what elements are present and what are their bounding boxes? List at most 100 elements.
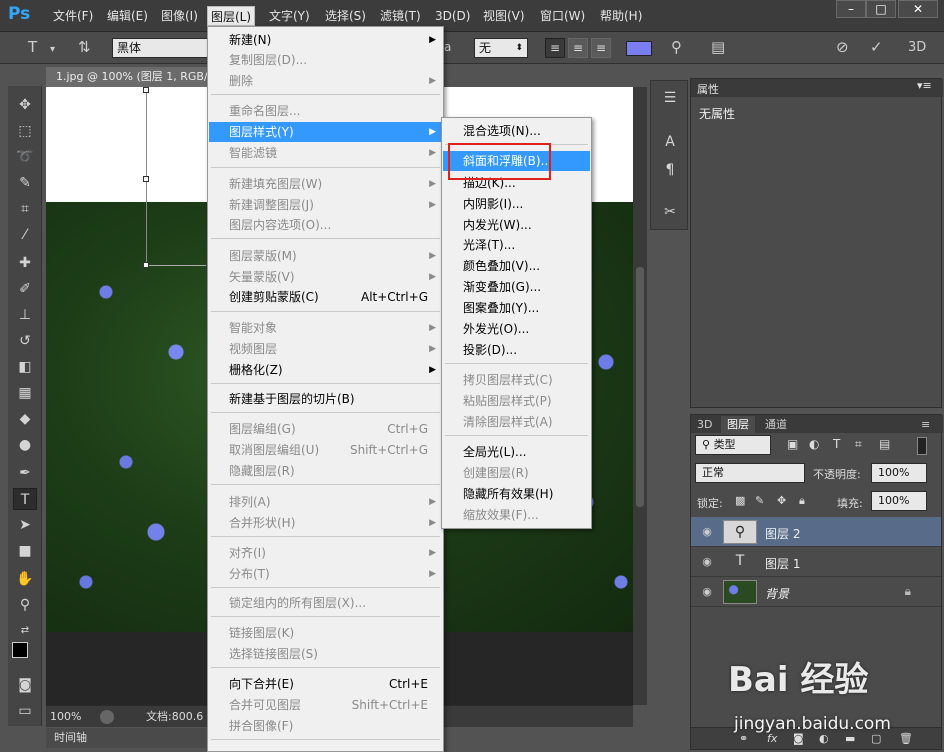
menu-item-ungroup-layers[interactable]: 取消图层编组(U) Shift+Ctrl+G: [209, 440, 442, 460]
layer-filter-select[interactable]: ⚲ 类型: [695, 435, 771, 455]
quick-mask-icon[interactable]: ◙: [13, 674, 37, 696]
tool-presets-icon[interactable]: ✂: [659, 201, 681, 223]
menu-item-merge-down[interactable]: 向下合并(E) Ctrl+E: [209, 674, 442, 694]
document-tab[interactable]: 1.jpg @ 100% (图层 1, RGB/: [46, 67, 216, 87]
menu-item-clear-layer-style[interactable]: 清除图层样式(A): [443, 412, 590, 432]
layer-name[interactable]: 图层 1: [765, 555, 800, 572]
antialias-select[interactable]: 无 ⬍: [474, 38, 528, 58]
menu-item-create-layer[interactable]: 创建图层(R): [443, 463, 590, 483]
filter-smart-icon[interactable]: ▤: [879, 437, 890, 451]
move-tool-icon[interactable]: ✥: [13, 94, 37, 116]
transform-handle[interactable]: [143, 87, 149, 93]
menu-item-delete[interactable]: 删除 ▶: [209, 71, 442, 91]
menu-item-hide-all-effects[interactable]: 隐藏所有效果(H): [443, 484, 590, 504]
lasso-tool-icon[interactable]: ➰: [13, 146, 37, 168]
menu-item-flatten-image[interactable]: 拼合图像(F): [209, 716, 442, 736]
menu-item-gradient-overlay[interactable]: 渐变叠加(G)...: [443, 277, 590, 297]
screen-mode-icon[interactable]: ▭: [13, 700, 37, 722]
filter-adjustment-icon[interactable]: ◐: [809, 437, 819, 451]
vertical-scrollbar[interactable]: [633, 87, 647, 705]
align-right-button[interactable]: ≡: [591, 38, 611, 58]
menu-help[interactable]: 帮助(H): [597, 6, 645, 26]
menu-item-layer-style[interactable]: 图层样式(Y) ▶: [209, 122, 442, 142]
toggle-orientation-icon[interactable]: ⇅: [78, 38, 91, 56]
blend-mode-select[interactable]: 正常: [695, 463, 805, 483]
layer-name[interactable]: 背景: [765, 585, 789, 602]
menu-item-inner-shadow[interactable]: 内阴影(I)...: [443, 194, 590, 214]
menu-layer[interactable]: 图层(L): [207, 6, 256, 26]
tab-channels[interactable]: 通道: [759, 416, 793, 433]
menu-edit[interactable]: 编辑(E): [104, 6, 151, 26]
zoom-tool-icon[interactable]: ⚲: [13, 594, 37, 616]
eye-icon[interactable]: ◉: [699, 585, 715, 599]
path-select-tool-icon[interactable]: ➤: [13, 514, 37, 536]
paragraph-panel-icon[interactable]: ¶: [659, 159, 681, 181]
quick-select-tool-icon[interactable]: ✎: [13, 172, 37, 194]
eraser-tool-icon[interactable]: ◧: [13, 356, 37, 378]
scrollbar-thumb[interactable]: [636, 267, 644, 507]
menu-item-outer-glow[interactable]: 外发光(O)...: [443, 319, 590, 339]
menu-item-copy-layer-style[interactable]: 拷贝图层样式(C): [443, 370, 590, 390]
text-color-swatch[interactable]: [626, 41, 652, 56]
menu-item-scale-effects[interactable]: 缩放效果(F)...: [443, 505, 590, 525]
history-panel-icon[interactable]: ☰: [659, 87, 681, 109]
layer-row[interactable]: ◉ T 图层 1: [691, 547, 941, 577]
lock-all-icon[interactable]: 🔒︎: [799, 494, 805, 508]
pen-tool-icon[interactable]: ✒: [13, 462, 37, 484]
properties-tab[interactable]: 属性 ▾≡: [691, 79, 943, 97]
menu-item-link-layers[interactable]: 链接图层(K): [209, 623, 442, 643]
menu-3d[interactable]: 3D(D): [432, 6, 473, 26]
menu-item-rasterize[interactable]: 栅格化(Z) ▶: [209, 360, 442, 380]
tab-3d[interactable]: 3D: [691, 416, 718, 433]
align-left-button[interactable]: ≡: [545, 38, 565, 58]
timeline-tab[interactable]: 时间轴: [46, 728, 206, 748]
zoom-level[interactable]: 100%: [50, 706, 81, 728]
status-menu-icon[interactable]: [100, 710, 114, 724]
clone-stamp-tool-icon[interactable]: ⊥: [13, 304, 37, 326]
menu-item-layer-mask[interactable]: 图层蒙版(M) ▶: [209, 246, 442, 266]
menu-item-pattern-overlay[interactable]: 图案叠加(Y)...: [443, 298, 590, 318]
menu-item-create-clipping-mask[interactable]: 创建剪贴蒙版(C) Alt+Ctrl+G: [209, 287, 442, 307]
align-center-button[interactable]: ≡: [568, 38, 588, 58]
text-tool-icon[interactable]: T: [13, 488, 37, 510]
lock-pixels-icon[interactable]: ✎: [755, 494, 764, 507]
cancel-icon[interactable]: ⊘: [836, 38, 849, 56]
lock-position-icon[interactable]: ✥: [777, 494, 786, 507]
menu-item-distribute[interactable]: 分布(T) ▶: [209, 564, 442, 584]
eye-icon[interactable]: ◉: [699, 555, 715, 569]
menu-item-inner-glow[interactable]: 内发光(W)...: [443, 215, 590, 235]
menu-view[interactable]: 视图(V): [480, 6, 528, 26]
close-window-button[interactable]: ✕: [898, 0, 938, 18]
menu-item-combine-shapes[interactable]: 合并形状(H) ▶: [209, 513, 442, 533]
layer-row[interactable]: ◉ ⚲ 图层 2: [691, 517, 941, 547]
menu-item-select-linked-layers[interactable]: 选择链接图层(S): [209, 644, 442, 664]
filter-pixel-icon[interactable]: ▣: [787, 437, 798, 451]
menu-window[interactable]: 窗口(W): [537, 6, 588, 26]
layer-name[interactable]: 图层 2: [765, 525, 800, 542]
menu-item-vector-mask[interactable]: 矢量蒙版(V) ▶: [209, 267, 442, 287]
menu-image[interactable]: 图像(I): [158, 6, 201, 26]
minimize-button[interactable]: –: [836, 0, 866, 18]
menu-item-lock-all-layers-in-group[interactable]: 锁定组内的所有图层(X)...: [209, 593, 442, 613]
type-tool-icon[interactable]: T: [28, 38, 37, 56]
menu-item-paste-layer-style[interactable]: 粘贴图层样式(P): [443, 391, 590, 411]
menu-select[interactable]: 选择(S): [322, 6, 369, 26]
filter-type-icon[interactable]: T: [833, 437, 840, 451]
tab-layers[interactable]: 图层: [721, 416, 755, 433]
menu-item-merge-visible[interactable]: 合并可见图层 Shift+Ctrl+E: [209, 695, 442, 715]
menu-item-layer-content-options[interactable]: 图层内容选项(O)...: [209, 215, 442, 235]
menu-item-global-light[interactable]: 全局光(L)...: [443, 442, 590, 462]
commit-icon[interactable]: ✓: [870, 38, 883, 56]
menu-item-new-fill-layer[interactable]: 新建填充图层(W) ▶: [209, 174, 442, 194]
shape-tool-icon[interactable]: ■: [13, 540, 37, 562]
fill-field[interactable]: 100%: [871, 491, 927, 511]
maximize-button[interactable]: □: [866, 0, 896, 18]
menu-item-duplicate-layer[interactable]: 复制图层(D)...: [209, 50, 442, 70]
menu-item-hide-layers[interactable]: 隐藏图层(R): [209, 461, 442, 481]
menu-item-group-layers[interactable]: 图层编组(G) Ctrl+G: [209, 419, 442, 439]
swap-colors-icon[interactable]: ⇄: [13, 620, 37, 642]
menu-item-new[interactable]: 新建(N) ▶: [209, 30, 442, 50]
menu-item-video-layers[interactable]: 视频图层 ▶: [209, 339, 442, 359]
menu-item-new-adjustment-layer[interactable]: 新建调整图层(J) ▶: [209, 195, 442, 215]
panel-menu-icon[interactable]: ≡: [915, 416, 936, 433]
